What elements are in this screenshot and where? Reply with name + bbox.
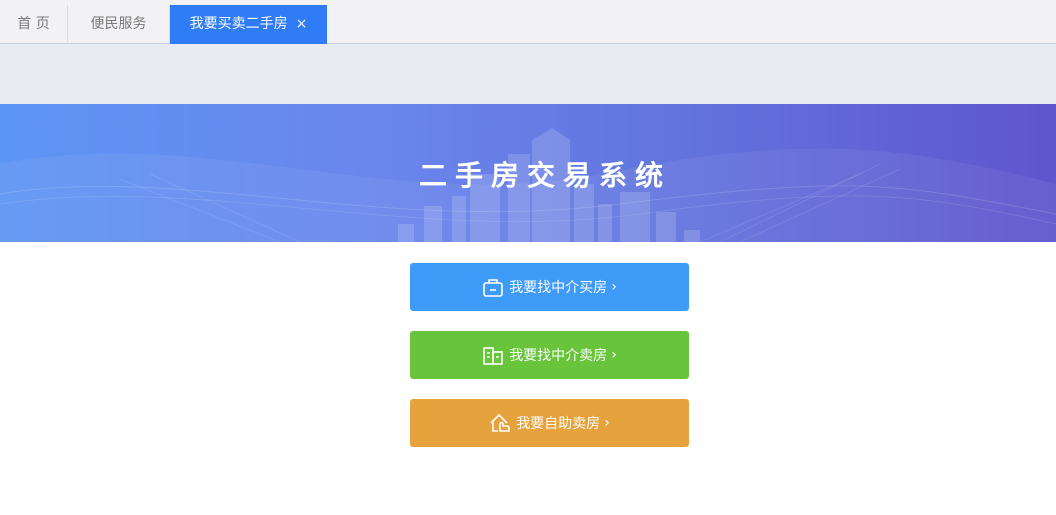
tab-convenience-service-label: 便民服务	[90, 16, 147, 32]
sell-via-agent-label: 我要找中介卖房	[509, 348, 608, 364]
buy-via-agent-button[interactable]: 我要找中介买房 ›	[410, 263, 689, 311]
tab-home[interactable]: 首 页	[0, 5, 68, 44]
tab-convenience-service[interactable]: 便民服务	[68, 5, 170, 44]
buy-via-agent-label: 我要找中介买房	[509, 280, 608, 296]
chevron-right-icon: ›	[604, 415, 610, 431]
self-sell-button[interactable]: 我要自助卖房 ›	[410, 399, 689, 447]
page-title: 二手房交易系统	[418, 159, 671, 192]
shopping-bag-icon	[483, 279, 503, 297]
close-icon[interactable]: ×	[296, 5, 308, 44]
building-icon	[483, 347, 503, 365]
tab-buy-sell-second-hand-house[interactable]: 我要买卖二手房 ×	[170, 5, 327, 44]
tab-bar: 首 页 便民服务 我要买卖二手房 ×	[0, 0, 1056, 44]
tab-active-label: 我要买卖二手房	[189, 16, 288, 32]
tab-home-label: 首 页	[17, 16, 50, 32]
house-hand-icon	[490, 413, 510, 432]
chevron-right-icon: ›	[611, 347, 617, 363]
chevron-right-icon: ›	[611, 279, 617, 295]
sell-via-agent-button[interactable]: 我要找中介卖房 ›	[410, 331, 689, 379]
toolbar-area	[0, 44, 1056, 104]
hero-banner: 二手房交易系统	[0, 104, 1056, 242]
self-sell-label: 我要自助卖房	[516, 416, 601, 432]
